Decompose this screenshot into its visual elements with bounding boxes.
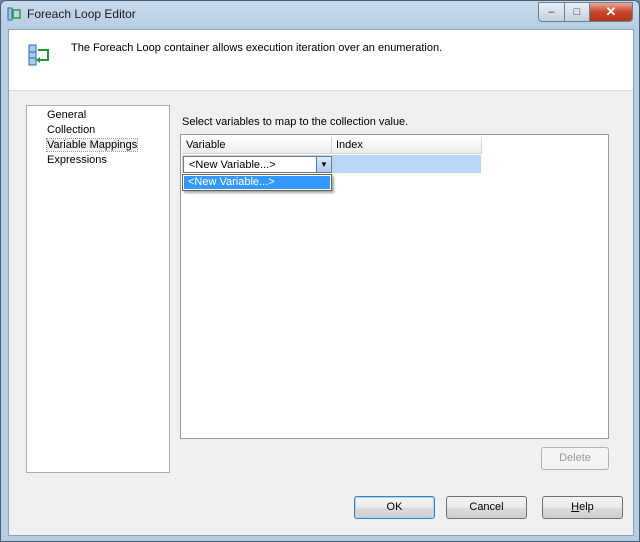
ok-button[interactable]: OK [354,496,435,519]
variable-combobox-value: <New Variable...> [189,159,276,171]
variable-dropdown-list: <New Variable...> [182,174,332,191]
title-bar[interactable]: Foreach Loop Editor – □ ✕ [1,1,639,27]
dialog-header: The Foreach Loop container allows execut… [9,30,633,91]
chevron-down-icon: ▼ [320,160,328,169]
foreach-loop-icon [28,44,49,66]
help-button[interactable]: Help [542,496,623,519]
instruction-label: Select variables to map to the collectio… [182,116,409,128]
help-label-rest: elp [579,501,594,513]
variable-mappings-grid[interactable]: Variable Index <New Variable...> ▼ <New … [180,134,609,439]
column-header-index[interactable]: Index [332,137,482,154]
caption-buttons: – □ ✕ [538,2,633,22]
foreach-loop-editor-window: Foreach Loop Editor – □ ✕ The Foreach Lo… [0,0,640,542]
window-title: Foreach Loop Editor [27,7,136,21]
nav-item-expressions[interactable]: Expressions [47,154,107,166]
navigation-list: General Collection Variable Mappings Exp… [26,105,170,473]
delete-button[interactable]: Delete [541,447,609,470]
help-accelerator: H [571,501,580,513]
close-button[interactable]: ✕ [590,2,633,22]
dialog-client-area: The Foreach Loop container allows execut… [8,29,634,536]
nav-item-variable-mappings[interactable]: Variable Mappings [45,138,139,152]
header-description: The Foreach Loop container allows execut… [71,42,443,54]
app-icon [7,7,21,21]
dropdown-arrow-button[interactable]: ▼ [316,157,331,172]
nav-item-general[interactable]: General [47,109,86,121]
cancel-button[interactable]: Cancel [446,496,527,519]
minimize-button[interactable]: – [538,2,565,22]
dropdown-option-new-variable[interactable]: <New Variable...> [184,176,330,189]
nav-item-collection[interactable]: Collection [47,124,95,136]
column-header-variable[interactable]: Variable [182,137,332,154]
variable-combobox[interactable]: <New Variable...> ▼ [183,156,332,173]
maximize-button[interactable]: □ [565,2,590,22]
